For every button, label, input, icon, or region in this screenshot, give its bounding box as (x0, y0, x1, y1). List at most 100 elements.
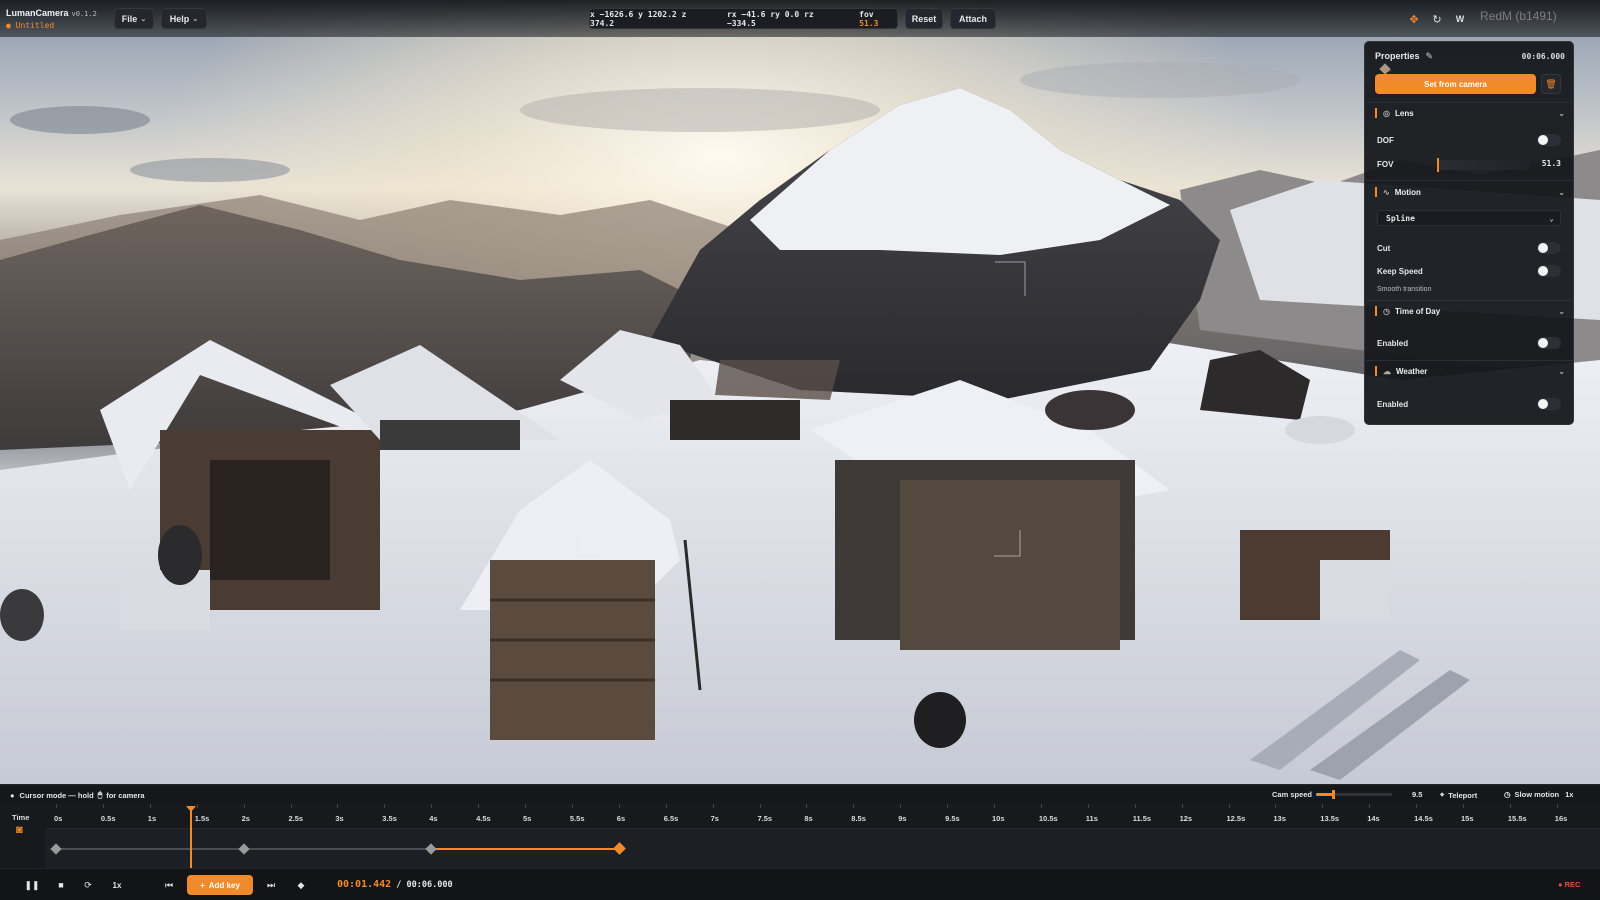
keyframe-marker[interactable] (425, 843, 437, 855)
properties-title: Properties (1375, 51, 1420, 61)
timeline-tick-mark (853, 804, 855, 808)
slow-motion-control[interactable]: ◷ Slow motion 1x (1504, 790, 1573, 799)
timeline-tick-mark (56, 804, 57, 808)
keyframe-marker-active[interactable] (612, 842, 626, 855)
playhead-handle[interactable] (186, 806, 197, 812)
dof-toggle[interactable] (1537, 134, 1561, 146)
teleport-button[interactable]: ⌖ Teleport (1440, 790, 1477, 800)
help-menu-button[interactable]: Help ⌄ (161, 8, 207, 29)
keyframe-marker[interactable] (50, 843, 62, 855)
keyframe-marker-button[interactable]: ◆ (290, 875, 312, 895)
divider (1366, 180, 1574, 181)
move-gizmo-icon[interactable]: ✥ (1404, 9, 1424, 29)
fov-slider[interactable] (1437, 158, 1530, 172)
lens-section-header[interactable]: ◎ Lens ⌄ (1375, 105, 1565, 121)
keep-speed-toggle[interactable] (1537, 265, 1561, 277)
plus-icon: + (200, 880, 205, 890)
timeline-tick-mark (759, 804, 761, 808)
file-menu-button[interactable]: File ⌄ (114, 8, 154, 29)
total-time: 00:06.000 (406, 880, 453, 890)
world-space-toggle[interactable]: W (1450, 9, 1470, 29)
rotate-gizmo-icon[interactable]: ↻ (1427, 9, 1447, 29)
timeline-tick-mark (900, 804, 902, 808)
teleport-label: Teleport (1448, 790, 1478, 800)
top-toolbar: LumanCamera v0.1.2 ● Untitled File ⌄ Help ⌄… (0, 0, 1600, 37)
motion-section-header[interactable]: ∿ Motion ⌄ (1375, 184, 1565, 200)
timeline-tick-label: 15.5s (1507, 814, 1527, 823)
camera-coordinates-readout: x −1626.6 y 1202.2 z 374.2 rx −41.6 ry 0… (589, 8, 898, 29)
cut-toggle[interactable] (1537, 242, 1561, 254)
timeline-tick-label: 11s (1085, 814, 1098, 823)
dof-label: DOF (1377, 136, 1394, 145)
set-from-camera-button[interactable]: Set from camera (1375, 74, 1536, 94)
timeline-tick-mark (196, 804, 198, 808)
rec-label: REC (1564, 880, 1581, 889)
timeline-tick-label: 12s (1179, 814, 1193, 823)
diamond-icon: ◆ (297, 879, 305, 890)
timeline-tick-mark (1509, 804, 1511, 808)
weather-section-title: Weather (1396, 366, 1428, 376)
timeline-tick-mark (478, 804, 480, 808)
cam-speed-slider[interactable] (1316, 790, 1392, 799)
section-accent (1375, 108, 1377, 118)
timeline-tick-mark (149, 804, 151, 808)
cursor-mode-dot-icon: ● (10, 790, 15, 800)
chevron-down-icon: ⌄ (1558, 306, 1565, 316)
playback-speed-button[interactable]: 1x (106, 875, 128, 895)
timeline-tick-mark (384, 804, 386, 808)
divider (1366, 360, 1574, 361)
timeline-tick-mark (1134, 804, 1136, 808)
playhead[interactable] (190, 806, 193, 868)
delete-keyframe-button[interactable]: 🗑 (1541, 74, 1561, 94)
clock-icon: ◷ (1383, 306, 1390, 316)
reset-button[interactable]: Reset (905, 8, 943, 29)
keyframe-time: 00:06.000 (1521, 51, 1565, 61)
section-accent (1375, 366, 1377, 376)
keyframe-marker[interactable] (237, 843, 250, 855)
time-of-day-enabled-toggle[interactable] (1537, 337, 1561, 349)
timeline-time-label: Time (12, 813, 30, 822)
set-from-camera-label: Set from camera (1424, 79, 1487, 89)
timeline-tick-label: 6.5s (663, 814, 679, 823)
timeline-tick-mark (806, 804, 808, 808)
rec-indicator[interactable]: ● REC (1558, 880, 1580, 889)
cam-speed-thumb[interactable] (1331, 790, 1335, 799)
prev-keyframe-button[interactable]: ⏮ (158, 875, 180, 895)
next-keyframe-button[interactable]: ⏭ (260, 875, 282, 895)
timeline[interactable]: Time 0s 0.5s 1s 1.5s 2s 2.5s 3s 3.5s 4s 4.5s 5s 5.5… (0, 804, 1600, 868)
attach-button[interactable]: Attach (950, 8, 996, 29)
cam-speed-value: 9.5 (1412, 790, 1423, 799)
timeline-tick-mark (1040, 804, 1042, 808)
pause-button[interactable]: ❚❚ (21, 875, 43, 895)
timeline-tick-label: 7.5s (757, 814, 773, 823)
game-viewport[interactable] (0, 0, 1600, 784)
stop-button[interactable]: ■ (50, 875, 72, 895)
curve-icon: ∿ (1383, 187, 1390, 197)
timeline-tick-mark (1322, 804, 1324, 808)
cursor-mode-text-a: Cursor mode — hold (19, 790, 94, 800)
skip-forward-icon: ⏭ (266, 879, 276, 890)
timeline-tick-label: 16s (1554, 814, 1568, 823)
interpolation-select[interactable]: Spline ⌄ (1377, 210, 1561, 226)
chevron-down-icon: ⌄ (1558, 108, 1565, 118)
skip-back-icon: ⏮ (164, 879, 174, 890)
add-key-button[interactable]: + Add key (187, 875, 253, 895)
camera-track[interactable] (46, 828, 1600, 868)
fov-slider-thumb[interactable] (1437, 158, 1439, 172)
timeline-tick-label: 5s (523, 814, 532, 823)
app-version: v0.1.2 (71, 10, 97, 18)
timeline-ruler[interactable]: 0s 0.5s 1s 1.5s 2s 2.5s 3s 3.5s 4s 4.5s 5s 5.5s 6s 6.… (46, 804, 1600, 828)
toggle-knob (1538, 266, 1548, 276)
loop-button[interactable]: ⟳ (77, 875, 99, 895)
timeline-tick-mark (947, 804, 949, 808)
pencil-icon[interactable]: ✎ (1426, 51, 1434, 62)
weather-section-header[interactable]: ☁ Weather ⌄ (1375, 363, 1565, 379)
section-accent (1375, 306, 1377, 316)
divider (1366, 300, 1574, 301)
chevron-down-icon: ⌄ (140, 15, 147, 23)
weather-enabled-toggle[interactable] (1537, 398, 1561, 410)
time-of-day-section-header[interactable]: ◷ Time of Day ⌄ (1375, 303, 1565, 319)
timeline-tick-label: 7s (710, 814, 719, 823)
timeline-tick-mark (1275, 804, 1277, 808)
pause-icon: ❚❚ (24, 879, 40, 890)
